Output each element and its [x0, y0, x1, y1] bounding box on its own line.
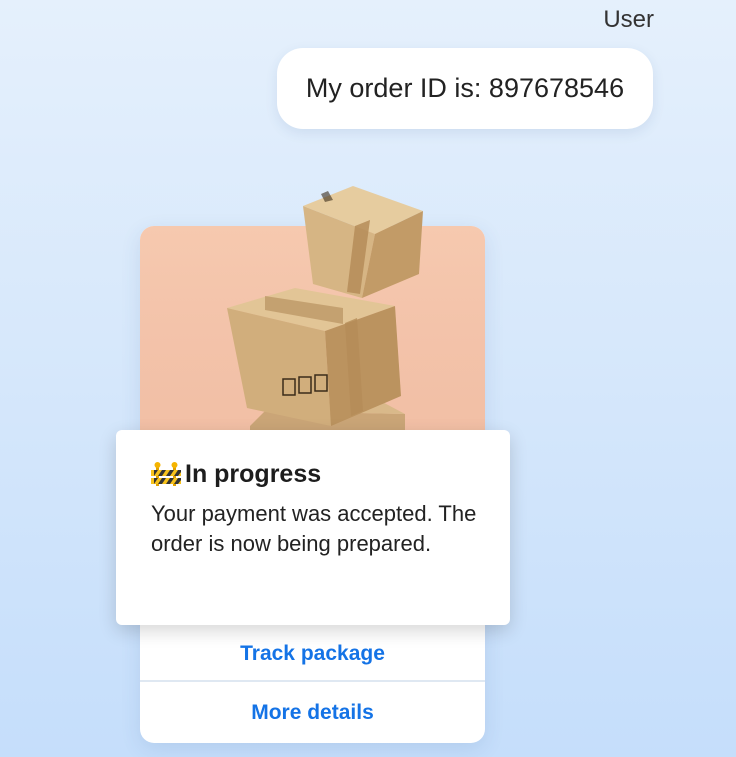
status-description: Your payment was accepted. The order is …: [151, 501, 477, 556]
button-divider: [140, 680, 485, 682]
track-package-button[interactable]: Track package: [140, 624, 485, 684]
user-message-text: My order ID is: 897678546: [305, 73, 625, 103]
status-title-row: In progress: [151, 460, 478, 489]
construction-barrier-icon: [151, 461, 181, 486]
more-details-button[interactable]: More details: [140, 683, 485, 743]
status-title: In progress: [185, 460, 322, 488]
status-panel: In progress Your payment was accepted. T…: [116, 430, 510, 625]
user-message-bubble: My order ID is: 897678546: [277, 48, 653, 129]
cardboard-boxes-image: [227, 186, 423, 436]
sender-name: User: [603, 6, 654, 33]
